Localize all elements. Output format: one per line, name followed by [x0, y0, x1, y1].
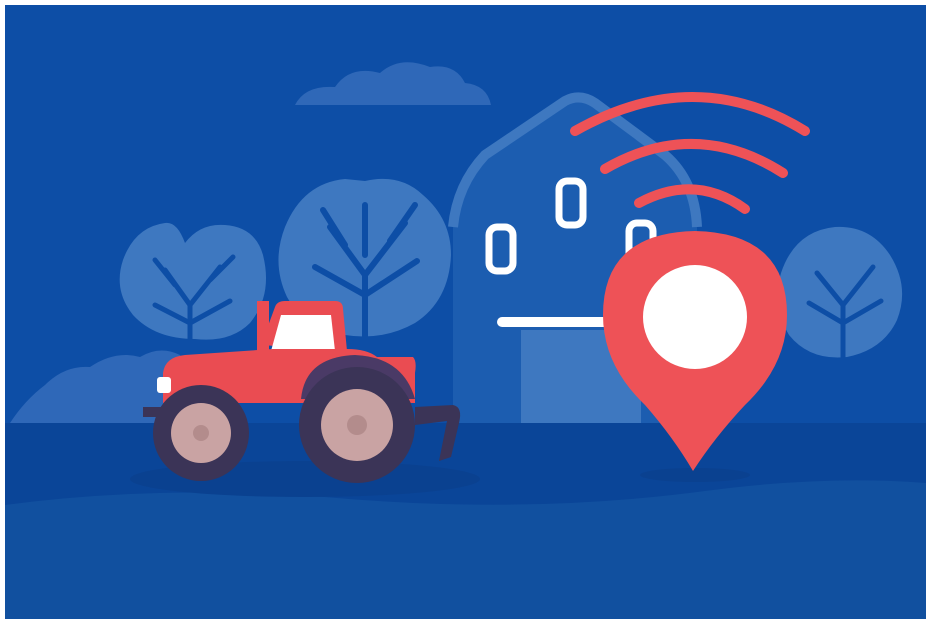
tractor-headlight [157, 377, 171, 393]
illustration-canvas [5, 5, 926, 619]
pin-center [643, 265, 747, 369]
image-frame [0, 0, 933, 627]
pin-shadow [640, 468, 750, 482]
farm-gps-illustration [5, 5, 926, 619]
